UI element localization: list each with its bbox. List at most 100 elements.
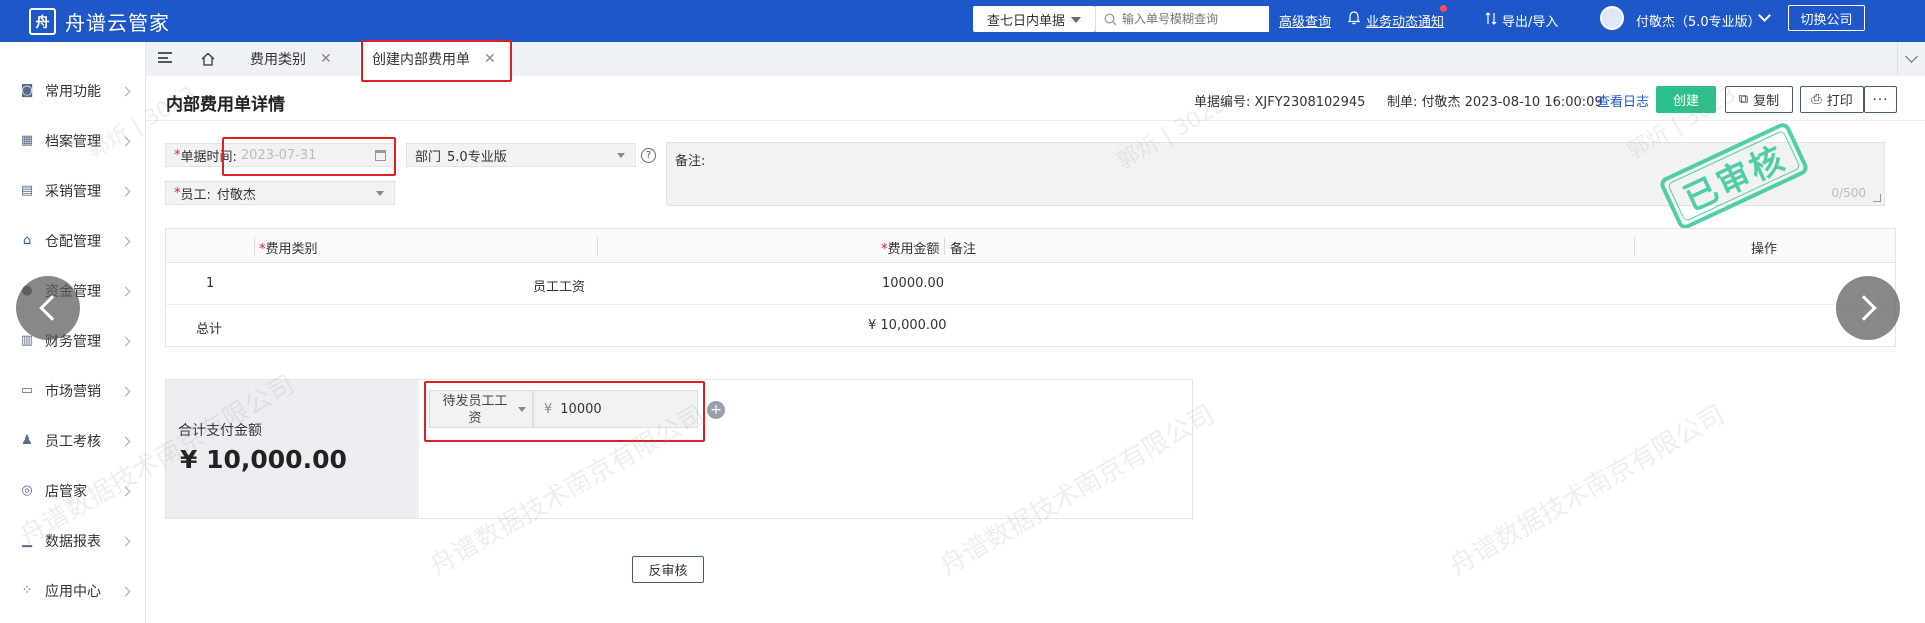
sidebar-item-shop[interactable]: ◎ 店管家 [0, 476, 146, 506]
sidebar-item-marketing[interactable]: ▭ 市场营销 [0, 376, 146, 406]
department-label: 部门 [415, 149, 442, 165]
sidebar-item-label: 员工考核 [45, 434, 101, 450]
payment-amount-input[interactable]: ¥ 10000 [533, 390, 698, 428]
chevron-right-icon [120, 236, 131, 246]
next-button[interactable] [1836, 276, 1900, 340]
print-button[interactable]: ⎙ 打印 [1800, 86, 1864, 113]
tab-collapse-button[interactable] [1897, 42, 1925, 76]
resize-handle[interactable] [1873, 194, 1881, 202]
create-button[interactable]: 创建 [1656, 86, 1716, 113]
close-icon[interactable]: ✕ [484, 51, 496, 67]
remark-label: 备注: [675, 154, 706, 169]
copy-icon: ⧉ [1738, 92, 1749, 107]
import-export-link[interactable]: 导出/导入 [1502, 11, 1558, 30]
date-value: 2023-07-31 [240, 147, 317, 163]
view-log-link[interactable]: 查看日志 [1597, 91, 1649, 110]
department-select[interactable]: 部门 5.0专业版 [406, 143, 636, 167]
page-title: 内部费用单详情 [166, 95, 285, 115]
payment-summary: 合计支付金额 ¥ 10,000.00 [166, 380, 419, 518]
date-range-value: 查七日内单据 [987, 13, 1066, 29]
sidebar-item-warehouse[interactable]: ⌂ 仓配管理 [0, 226, 146, 256]
app-root: 舟 舟谱云管家 查七日内单据 高级查询 业务动态通知 导出/导入 付敬杰（5.0… [0, 0, 1925, 623]
sidebar-item-label: 数据报表 [45, 534, 101, 550]
reverse-audit-button[interactable]: 反审核 [632, 556, 704, 583]
column-divider [944, 237, 945, 255]
calendar-icon[interactable] [375, 150, 386, 161]
sidebar-item-apps[interactable]: ⁘ 应用中心 [0, 576, 146, 606]
printer-icon: ⎙ [1811, 92, 1822, 107]
home-icon[interactable] [201, 52, 215, 66]
currency-symbol: ¥ [544, 401, 553, 417]
approved-stamp: 已审核 [1657, 120, 1811, 232]
chevron-right-icon [120, 336, 131, 346]
employee-select[interactable]: * 员工: 付敬杰 [165, 181, 395, 205]
chevron-right-icon [120, 286, 131, 296]
sidebar: ◙ 常用功能 ▦ 档案管理 ▤ 采销管理 ⌂ 仓配管理 ● 资金管理 ▥ 财务管… [0, 42, 146, 623]
tab-create-internal-expense[interactable]: 创建内部费用单 ✕ [360, 42, 508, 76]
chevron-right-icon [120, 536, 131, 546]
employee-value: 付敬杰 [216, 187, 256, 203]
apps-icon: ⁘ [21, 583, 33, 598]
employee-label: 员工: [180, 187, 211, 203]
department-value: 5.0专业版 [447, 149, 507, 165]
table-row[interactable]: 1 员工工资 10000.00 [166, 263, 1895, 305]
expense-table: *费用类别 *费用金额 备注 操作 1 员工工资 10000.00 总计 ¥ 1… [165, 228, 1896, 347]
chevron-down-icon [617, 153, 625, 158]
document-maker: 制单: 付敬杰 2023-08-10 16:00:09 [1387, 95, 1603, 110]
tab-expense-category[interactable]: 费用类别 ✕ [238, 42, 344, 76]
help-icon[interactable]: ? [641, 148, 656, 163]
notification-dot [1440, 5, 1447, 12]
row-amount: 10000.00 [882, 276, 945, 291]
chevron-down-icon [376, 191, 384, 196]
sidebar-item-common[interactable]: ◙ 常用功能 [0, 76, 146, 106]
chevron-right-icon [120, 436, 131, 446]
chevron-right-icon [1851, 295, 1877, 321]
date-range-select[interactable]: 查七日内单据 [973, 6, 1095, 32]
app-logo[interactable]: 舟 舟谱云管家 [29, 7, 170, 36]
user-avatar[interactable] [1600, 6, 1624, 30]
column-header-remark: 备注 [950, 242, 977, 257]
payment-type-select[interactable]: 待发员工工资 [429, 390, 533, 428]
add-payment-icon[interactable]: + [707, 401, 725, 419]
chevron-right-icon [120, 136, 131, 146]
total-value: ¥ 10,000.00 [868, 318, 947, 333]
sidebar-item-label: 常用功能 [45, 84, 101, 100]
payment-total-value: ¥ 10,000.00 [180, 445, 347, 474]
previous-button[interactable] [16, 276, 80, 340]
sidebar-item-label: 店管家 [45, 484, 87, 500]
column-header-amount: *费用金额 [881, 242, 940, 257]
payment-amount-value: 10000 [560, 401, 602, 417]
sidebar-item-purchase[interactable]: ▤ 采销管理 [0, 176, 146, 206]
search-input[interactable] [1122, 12, 1262, 26]
close-icon[interactable]: ✕ [320, 51, 332, 67]
bell-icon[interactable] [1348, 11, 1360, 25]
order-search[interactable] [1095, 6, 1269, 32]
menu-toggle-icon[interactable] [158, 52, 172, 63]
user-name[interactable]: 付敬杰（5.0专业版） [1636, 11, 1761, 30]
import-export-icon [1485, 12, 1497, 25]
archive-icon: ▦ [20, 133, 34, 148]
sidebar-item-reports[interactable]: ▁ 数据报表 [0, 526, 146, 556]
chevron-right-icon [120, 486, 131, 496]
sidebar-item-label: 仓配管理 [45, 234, 101, 250]
chevron-right-icon [120, 586, 131, 596]
staff-icon: ♟ [21, 433, 33, 448]
payment-panel: 合计支付金额 ¥ 10,000.00 待发员工工资 ¥ 10000 + [165, 379, 1193, 519]
sidebar-item-archive[interactable]: ▦ 档案管理 [0, 126, 146, 156]
chevron-down-icon [1905, 50, 1918, 63]
column-divider [597, 237, 598, 255]
warehouse-icon: ⌂ [22, 233, 32, 248]
business-notifications-link[interactable]: 业务动态通知 [1366, 11, 1444, 30]
sidebar-item-staff[interactable]: ♟ 员工考核 [0, 426, 146, 456]
sidebar-item-label: 采销管理 [45, 184, 101, 200]
tab-label: 费用类别 [250, 52, 306, 68]
more-button[interactable]: ··· [1864, 86, 1897, 113]
document-date-field[interactable]: * 单据时间: 2023-07-31 [165, 143, 395, 167]
sidebar-item-finance[interactable]: ▥ 财务管理 [0, 326, 146, 356]
copy-button[interactable]: ⧉ 复制 [1725, 86, 1793, 113]
logo-icon: 舟 [29, 8, 56, 35]
header-divider [146, 120, 1925, 121]
table-header: *费用类别 *费用金额 备注 操作 [166, 229, 1895, 263]
switch-company-button[interactable]: 切换公司 [1788, 5, 1865, 31]
advanced-search-link[interactable]: 高级查询 [1279, 11, 1331, 30]
